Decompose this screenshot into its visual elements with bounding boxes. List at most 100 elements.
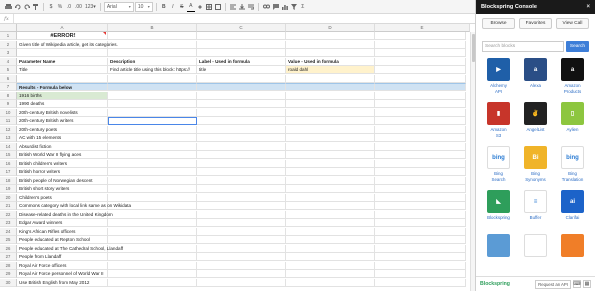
font-family-select[interactable]: Arial ▾ xyxy=(103,1,134,12)
cell-b5[interactable]: Find article title using this block: htt… xyxy=(108,66,197,74)
cell-b17[interactable] xyxy=(108,168,197,176)
block-tile-amazon-products[interactable]: a Amazon Products xyxy=(556,58,589,94)
row-number[interactable]: 3 xyxy=(0,49,17,57)
cell-d3[interactable] xyxy=(286,49,375,57)
cell-a4[interactable]: Parameter Name xyxy=(17,57,108,66)
cell-e19[interactable] xyxy=(375,185,466,193)
cell-c29[interactable] xyxy=(197,270,286,278)
cell-b28[interactable] xyxy=(108,261,197,270)
insert-chart-icon[interactable] xyxy=(281,2,289,12)
cell-e15[interactable] xyxy=(375,151,466,159)
cell-d23[interactable] xyxy=(286,219,375,227)
row-number[interactable]: 17 xyxy=(0,168,17,176)
percent-format-button[interactable]: % xyxy=(56,2,64,12)
cell-c4[interactable]: Label - Used in formula xyxy=(197,57,286,66)
cell-c8[interactable] xyxy=(197,91,286,100)
row-number[interactable]: 10 xyxy=(0,108,17,117)
cell-d7[interactable] xyxy=(286,83,375,91)
block-tile-block[interactable] xyxy=(519,234,552,259)
align-left-icon[interactable] xyxy=(229,2,237,12)
cell-e25[interactable] xyxy=(375,236,466,244)
cell-d6[interactable] xyxy=(286,74,375,83)
block-tile-amazon-s3[interactable]: ▮ Amazon S3 xyxy=(482,102,515,138)
row-number[interactable]: 12 xyxy=(0,125,17,134)
row-number[interactable]: 5 xyxy=(0,66,17,74)
cell-b27[interactable] xyxy=(108,253,197,261)
cell-a13[interactable]: AC with 15 elements xyxy=(17,134,108,142)
cell-e7[interactable] xyxy=(375,83,466,91)
formula-input[interactable] xyxy=(14,14,475,23)
cell-c19[interactable] xyxy=(197,185,286,193)
cell-c18[interactable] xyxy=(197,176,286,185)
cell-e4[interactable] xyxy=(375,57,466,66)
cell-c25[interactable] xyxy=(197,236,286,244)
merge-cells-icon[interactable] xyxy=(214,2,222,12)
insert-comment-icon[interactable] xyxy=(272,2,280,12)
cell-d26[interactable] xyxy=(286,244,375,253)
row-number[interactable]: 2 xyxy=(0,40,17,49)
borders-icon[interactable] xyxy=(205,2,213,12)
cell-e16[interactable] xyxy=(375,159,466,168)
cell-a6[interactable] xyxy=(17,74,108,83)
cell-e24[interactable] xyxy=(375,227,466,236)
cell-e11[interactable] xyxy=(375,117,466,125)
cell-c6[interactable] xyxy=(197,74,286,83)
cell-d30[interactable] xyxy=(286,278,375,287)
cell-a21[interactable]: Commons category with local link same as… xyxy=(17,202,131,210)
cell-a24[interactable]: King's African Rifles officers xyxy=(17,227,108,236)
cell-d15[interactable] xyxy=(286,151,375,159)
row-number[interactable]: 11 xyxy=(0,117,17,125)
cell-c14[interactable] xyxy=(197,142,286,151)
cell-e6[interactable] xyxy=(375,74,466,83)
cell-e1[interactable] xyxy=(375,32,466,40)
cell-a10[interactable]: 20th-century British novelists xyxy=(17,108,108,117)
cell-b26[interactable] xyxy=(108,244,197,253)
block-tile-alexa[interactable]: a Alexa xyxy=(519,58,552,89)
cell-a12[interactable]: 20th-century poets xyxy=(17,125,108,134)
cell-b13[interactable] xyxy=(108,134,197,142)
cell-b15[interactable] xyxy=(108,151,197,159)
cell-b24[interactable] xyxy=(108,227,197,236)
functions-icon[interactable]: Σ xyxy=(299,2,307,12)
cell-e30[interactable] xyxy=(375,278,466,287)
cell-b21[interactable] xyxy=(108,202,197,210)
row-number[interactable]: 18 xyxy=(0,176,17,185)
cell-d13[interactable] xyxy=(286,134,375,142)
cell-d16[interactable] xyxy=(286,159,375,168)
cell-a27[interactable]: People from Llandaff xyxy=(17,253,108,261)
cell-d19[interactable] xyxy=(286,185,375,193)
cell-c17[interactable] xyxy=(197,168,286,176)
cell-d9[interactable] xyxy=(286,100,375,108)
column-header-b[interactable]: B xyxy=(108,24,197,32)
block-tile-alchemy-api[interactable]: ▶ Alchemy API xyxy=(482,58,515,94)
valign-icon[interactable] xyxy=(238,2,246,12)
block-tile-bing-search[interactable]: bing Bing Search xyxy=(482,146,515,182)
cell-d5[interactable]: roald dahl xyxy=(286,66,375,74)
row-number[interactable]: 30 xyxy=(0,278,17,287)
cell-b11[interactable] xyxy=(108,117,197,125)
cell-b3[interactable] xyxy=(108,49,197,57)
cell-a18[interactable]: British people of Norwegian descent xyxy=(17,176,108,185)
blockspring-brand[interactable]: Blockspring xyxy=(480,281,510,287)
cell-a28[interactable]: Royal Air Force officers xyxy=(17,261,108,270)
cell-d1[interactable] xyxy=(286,32,375,40)
cell-b16[interactable] xyxy=(108,159,197,168)
cell-e22[interactable] xyxy=(375,210,466,219)
undo-icon[interactable] xyxy=(14,2,22,12)
cell-c12[interactable] xyxy=(197,125,286,134)
cell-d28[interactable] xyxy=(286,261,375,270)
cell-e9[interactable] xyxy=(375,100,466,108)
cell-d11[interactable] xyxy=(286,117,375,125)
cell-e12[interactable] xyxy=(375,125,466,134)
cell-a8[interactable]: 1916 births xyxy=(17,91,108,100)
cell-e8[interactable] xyxy=(375,91,466,100)
keyboard-icon[interactable]: ⌨ xyxy=(573,280,581,288)
cell-c7[interactable] xyxy=(197,83,286,91)
cell-b9[interactable] xyxy=(108,100,197,108)
cell-b1[interactable] xyxy=(108,32,197,40)
cell-a26[interactable]: People educated at The Cathedral School,… xyxy=(17,244,123,253)
cell-b25[interactable] xyxy=(108,236,197,244)
row-number[interactable]: 25 xyxy=(0,236,17,244)
wrap-text-icon[interactable] xyxy=(247,2,255,12)
paint-format-icon[interactable] xyxy=(32,2,40,12)
